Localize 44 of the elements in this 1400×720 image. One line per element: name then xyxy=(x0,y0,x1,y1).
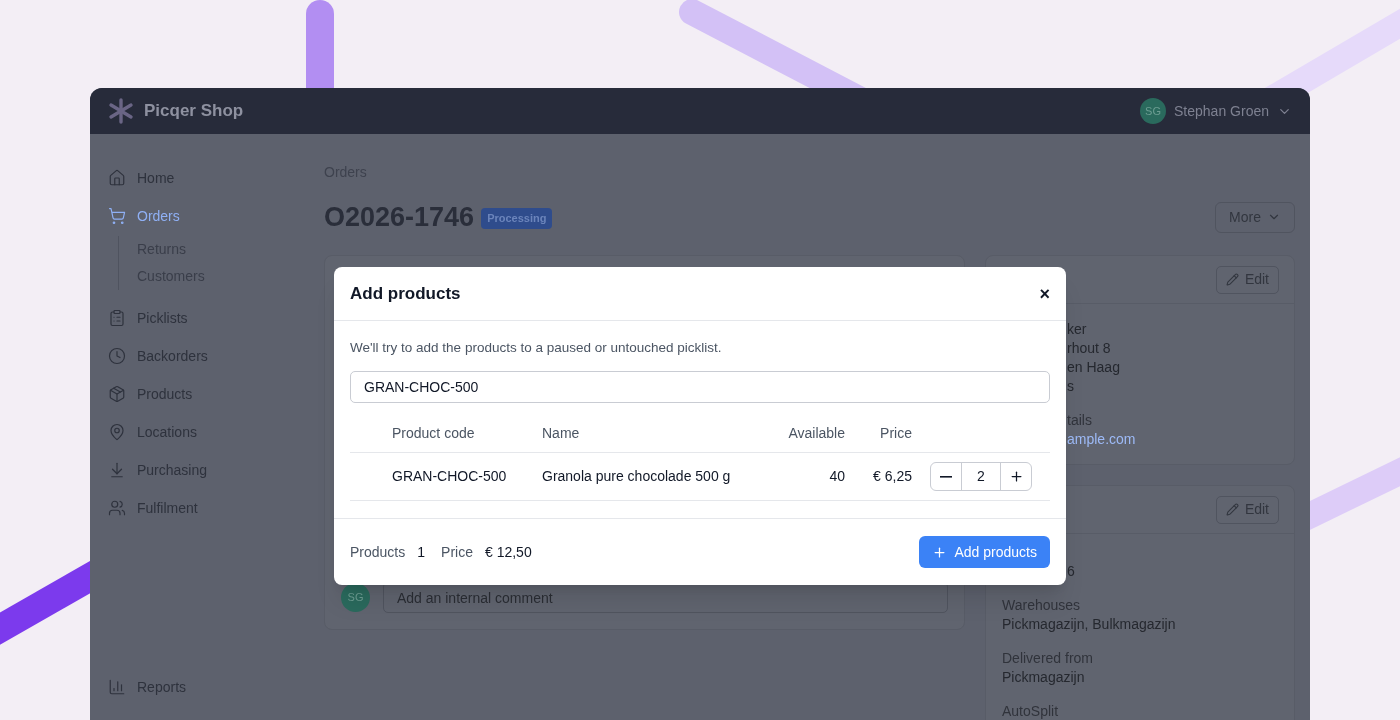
users-icon xyxy=(108,499,126,517)
summary-value: € 12,50 xyxy=(484,542,532,562)
detail-value: rhout 8 xyxy=(1067,340,1111,356)
column-header: Price xyxy=(879,424,912,443)
home-icon xyxy=(108,169,126,187)
detail-value: Pickmagazijn, Bulkmagazijn xyxy=(1002,616,1176,632)
summary-label: Price xyxy=(441,542,473,562)
user-avatar: SG xyxy=(341,583,370,612)
detail-value: ker xyxy=(1067,321,1087,337)
map-pin-icon xyxy=(108,423,126,441)
table-cell-text: € 6,25 xyxy=(872,467,912,486)
column-header: Product code xyxy=(392,424,476,443)
clipboard-icon xyxy=(108,309,126,327)
search-field[interactable]: GRAN-CHOC-500 xyxy=(350,371,1050,403)
app-name: Picqer Shop xyxy=(144,100,244,123)
pencil-icon xyxy=(1225,273,1239,286)
asterisk-logo-icon xyxy=(108,98,134,124)
dialog-title: Add products xyxy=(350,282,461,305)
user-avatar[interactable]: SG xyxy=(1140,98,1167,124)
column-header: Available xyxy=(787,424,845,443)
bar-chart-icon xyxy=(108,678,126,696)
user-name[interactable]: Stephan Groen xyxy=(1174,100,1269,122)
plus-icon xyxy=(931,544,947,560)
detail-value: en Haag xyxy=(1067,359,1120,375)
pencil-icon xyxy=(1225,503,1239,516)
table-cell-text: GRAN-CHOC-500 xyxy=(392,467,508,486)
close-button[interactable]: × xyxy=(1039,284,1050,303)
detail-value: Pickmagazijn xyxy=(1002,669,1085,685)
sidebar-item[interactable]: Orders xyxy=(108,197,324,235)
summary-value: 1 xyxy=(417,542,426,562)
download-icon xyxy=(108,461,126,479)
cart-icon xyxy=(108,207,126,225)
dialog-description: We'll try to add the products to a paused or untouched picklist. xyxy=(350,339,723,357)
detail-value: 6 xyxy=(1067,563,1075,579)
summary-label: Products xyxy=(350,542,406,562)
table-cell-text: 40 xyxy=(828,467,845,486)
clock-icon xyxy=(108,347,126,365)
table-cell-text: Granola pure chocolade 500 g xyxy=(542,467,732,486)
column-header: Name xyxy=(542,424,581,443)
status-badge: Processing xyxy=(481,208,553,229)
email-link[interactable]: ample.com xyxy=(1067,431,1136,447)
detail-value: s xyxy=(1067,378,1074,394)
add-products-button[interactable]: Add products xyxy=(918,536,1050,568)
box-icon xyxy=(108,385,126,403)
